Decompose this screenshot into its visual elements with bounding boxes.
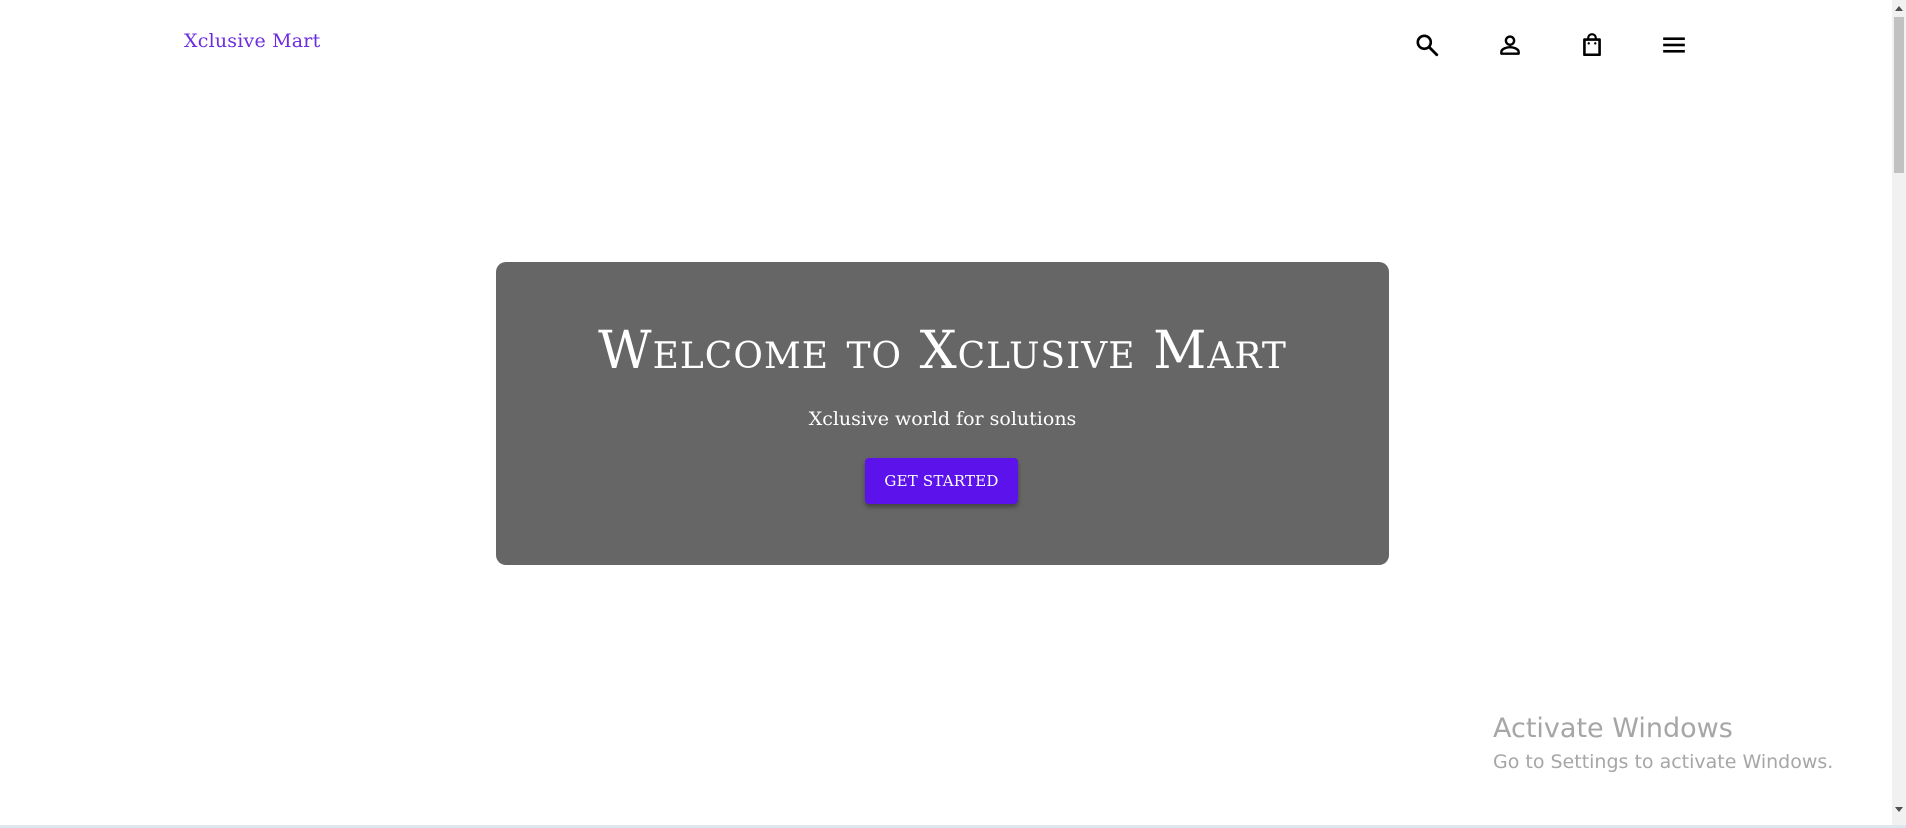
get-started-button[interactable]: GET STARTED: [865, 458, 1018, 504]
page: Xclusive Mart Welcome to Xclusive Mart X…: [0, 0, 1906, 828]
brand-logo-link[interactable]: Xclusive Mart: [184, 30, 320, 52]
scroll-up-arrow-icon[interactable]: [1895, 6, 1903, 11]
hero-title: Welcome to Xclusive Mart: [598, 321, 1287, 381]
hero-subtitle: Xclusive world for solutions: [808, 408, 1077, 430]
scrollbar-thumb[interactable]: [1894, 17, 1904, 173]
windows-activation-watermark: Activate Windows Go to Settings to activ…: [1493, 712, 1833, 776]
watermark-subtitle: Go to Settings to activate Windows.: [1493, 751, 1834, 773]
scroll-down-arrow-icon[interactable]: [1895, 807, 1903, 812]
hero-banner: Welcome to Xclusive Mart Xclusive world …: [496, 262, 1389, 565]
search-icon[interactable]: [1412, 30, 1442, 60]
top-navbar: Xclusive Mart: [0, 0, 1888, 90]
account-icon[interactable]: [1495, 30, 1525, 60]
watermark-title: Activate Windows: [1493, 713, 1733, 744]
menu-icon[interactable]: [1659, 30, 1689, 60]
shopping-bag-icon[interactable]: [1577, 30, 1607, 60]
vertical-scrollbar[interactable]: [1892, 0, 1906, 828]
